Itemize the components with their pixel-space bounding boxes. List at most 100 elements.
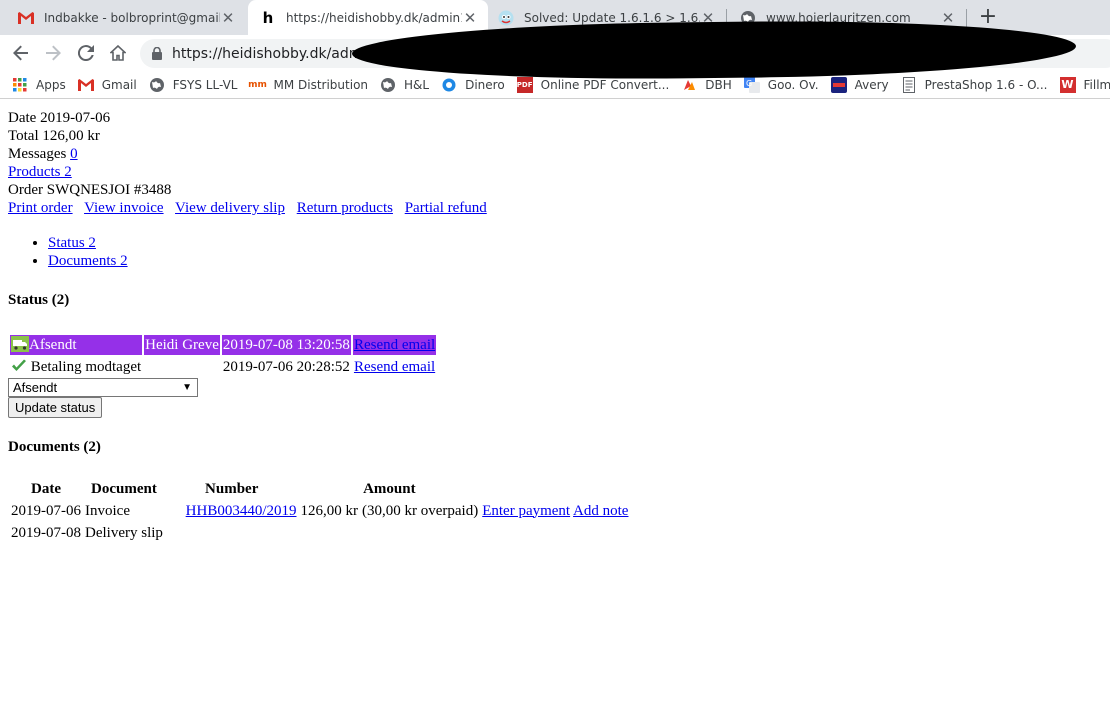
document-amount xyxy=(300,523,360,543)
tab-title: https://heidishobby.dk/admin14 xyxy=(286,10,462,25)
column-header: Number xyxy=(205,480,259,497)
column-header: Amount xyxy=(363,480,416,497)
document-type: Delivery slip xyxy=(85,524,163,541)
bookmark-label: Apps xyxy=(36,77,66,92)
tab-gmail[interactable]: Indbakke - bolbroprint@gmail.co ✕ xyxy=(6,0,246,35)
close-icon[interactable]: ✕ xyxy=(220,9,236,27)
bookmark-hl[interactable]: H&L xyxy=(380,77,429,93)
resend-email-link[interactable]: Resend email xyxy=(354,359,435,375)
messages-count-link[interactable]: 0 xyxy=(70,146,78,162)
status-date-cell: 2019-07-08 13:20:58 xyxy=(221,335,351,355)
status-history-table: Afsendt Heidi Greve 2019-07-08 13:20:58 … xyxy=(8,333,438,379)
view-delivery-slip-link[interactable]: View delivery slip xyxy=(175,200,285,216)
documents-section-link[interactable]: Documents 2 xyxy=(48,253,128,269)
document-actions xyxy=(481,523,629,543)
order-messages: Messages 0 xyxy=(8,146,78,162)
documents-header-row: Date Document Number Amount xyxy=(10,479,629,499)
tab-separator xyxy=(966,9,967,27)
document-number xyxy=(166,523,298,543)
bookmark-label: H&L xyxy=(404,77,430,92)
bookmark-prestashop-docs[interactable]: PrestaShop 1.6 - O... xyxy=(901,76,1048,93)
mm-icon: mm xyxy=(248,79,267,90)
bookmark-apps[interactable]: Apps xyxy=(12,77,66,93)
employee-cell: Heidi Greve xyxy=(144,335,220,355)
column-header xyxy=(481,479,629,499)
resend-email-cell: Resend email xyxy=(352,335,437,355)
url-text: https://heidishobby.dk/admin xyxy=(172,45,376,62)
order-page: Date 2019-07-06 Total 126,00 kr Messages… xyxy=(0,100,1110,719)
status-heading: Status (2) xyxy=(8,292,70,308)
order-products: Products 2 xyxy=(8,164,72,181)
status-row: Betaling modtaget 2019-07-06 20:28:52 Re… xyxy=(10,357,436,377)
dropdown-arrow-icon: ▼ xyxy=(182,382,192,393)
documents-heading: Documents (2) xyxy=(8,439,101,455)
add-note-link[interactable]: Add note xyxy=(573,503,628,519)
employee-cell xyxy=(144,357,220,377)
bookmark-avery[interactable]: Avery xyxy=(830,76,889,93)
order-date: Date 2019-07-06 xyxy=(8,110,111,126)
document-icon xyxy=(901,76,917,93)
home-icon[interactable] xyxy=(105,40,131,66)
resend-email-cell: Resend email xyxy=(353,357,436,377)
table-row: 2019-07-06 Invoice HHB003440/2019 126,00… xyxy=(10,501,629,521)
column-header: Date xyxy=(31,480,61,497)
bookmark-fsys[interactable]: FSYS LL-VL xyxy=(149,77,238,93)
bookmark-label: MM Distribution xyxy=(273,77,369,92)
bookmark-pdf-converter[interactable]: PDF Online PDF Convert... xyxy=(516,76,670,93)
document-type: Invoice xyxy=(85,502,130,519)
update-status-button[interactable]: Update status xyxy=(8,397,103,418)
bookmark-label: DBH xyxy=(705,77,732,92)
invoice-number-link[interactable]: HHB003440/2019 xyxy=(186,503,297,519)
dinero-icon xyxy=(441,77,457,93)
bookmark-label: Online PDF Convert... xyxy=(540,77,670,92)
checkmark-icon xyxy=(12,359,26,371)
reload-icon[interactable] xyxy=(73,40,99,66)
status-section-link[interactable]: Status 2 xyxy=(48,235,96,251)
bookmark-fillmatic[interactable]: W Fillmatic xyxy=(1059,76,1110,93)
avery-icon xyxy=(830,76,847,93)
print-order-link[interactable]: Print order xyxy=(8,200,73,216)
resend-email-link[interactable]: Resend email xyxy=(354,337,435,353)
view-invoice-link[interactable]: View invoice xyxy=(84,200,164,216)
pdf-icon: PDF xyxy=(516,76,533,93)
bookmark-gmail[interactable]: Gmail xyxy=(77,77,137,93)
enter-payment-link[interactable]: Enter payment xyxy=(482,503,570,519)
products-link[interactable]: Products 2 xyxy=(8,164,72,180)
status-row-current: Afsendt Heidi Greve 2019-07-08 13:20:58 … xyxy=(10,335,437,355)
close-icon[interactable]: ✕ xyxy=(940,9,956,27)
bookmark-mm-distribution[interactable]: mm MM Distribution xyxy=(248,77,369,93)
w-icon: W xyxy=(1059,76,1076,93)
order-total: Total 126,00 kr xyxy=(8,128,100,144)
selected-status: Afsendt xyxy=(13,380,58,395)
bookmark-label: FSYS LL-VL xyxy=(172,77,238,92)
document-amount: 126,00 kr xyxy=(300,502,359,519)
globe-icon xyxy=(149,77,165,93)
bookmark-dinero[interactable]: Dinero xyxy=(441,77,505,93)
shipped-truck-icon xyxy=(11,336,29,352)
document-overpaid-note xyxy=(361,523,479,543)
gmail-icon xyxy=(18,10,34,26)
status-date-cell: 2019-07-06 20:28:52 xyxy=(222,358,350,375)
back-icon[interactable] xyxy=(8,40,34,66)
bookmark-label: Dinero xyxy=(465,77,505,92)
lock-icon xyxy=(152,47,162,60)
order-status-select[interactable]: Afsendt ▼ xyxy=(8,378,198,397)
apps-grid-icon xyxy=(12,77,28,93)
tab-heidishobby-admin[interactable]: h https://heidishobby.dk/admin14 ✕ xyxy=(248,0,488,35)
documents-table: Date Document Number Amount 2019-07-06 I… xyxy=(8,477,631,545)
bookmark-google-overs[interactable]: G Goo. Ov. xyxy=(743,76,819,93)
document-date: 2019-07-08 xyxy=(11,524,81,541)
bookmark-dbh[interactable]: DBH xyxy=(681,77,732,93)
bookmark-label: Avery xyxy=(854,77,889,92)
new-tab-button[interactable]: + xyxy=(976,4,1000,29)
close-icon[interactable]: ✕ xyxy=(462,9,478,27)
partial-refund-link[interactable]: Partial refund xyxy=(405,200,487,216)
prestashop-icon xyxy=(498,10,514,26)
section-nav-item: Documents 2 xyxy=(48,252,128,270)
bookmark-label: PrestaShop 1.6 - O... xyxy=(924,77,1048,92)
table-row: 2019-07-08 Delivery slip xyxy=(10,523,629,543)
status-cell: Afsendt xyxy=(10,335,143,355)
forward-icon[interactable] xyxy=(40,40,66,66)
bookmark-label: Gmail xyxy=(101,77,137,92)
return-products-link[interactable]: Return products xyxy=(297,200,393,216)
